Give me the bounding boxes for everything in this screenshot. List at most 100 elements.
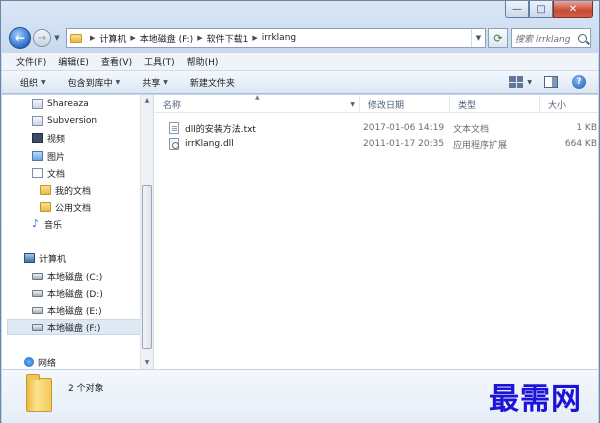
nav-item-label: 本地磁盘 (E:) <box>47 306 102 317</box>
menu-tools[interactable]: 工具(T) <box>144 55 175 68</box>
share-label: 共享 <box>142 78 161 89</box>
scroll-up-icon[interactable]: ▲ <box>141 95 153 107</box>
search-placeholder: 搜索 irrklang <box>515 34 571 45</box>
chevron-down-icon[interactable]: ▼ <box>471 29 485 47</box>
document-library-icon <box>32 168 43 178</box>
file-row[interactable]: dll的安装方法.txt 2017-01-06 14:19 文本文档 1 KB <box>167 120 597 136</box>
new-folder-button[interactable]: 新建文件夹 <box>190 76 235 89</box>
breadcrumb-downloads[interactable]: 软件下载1 <box>207 32 249 45</box>
column-type-label: 类型 <box>458 100 477 111</box>
folder-icon <box>40 202 51 212</box>
watermark-logo: 最需网 <box>489 382 582 417</box>
organize-button[interactable]: 组织 ▼ <box>20 76 46 89</box>
chevron-right-icon[interactable]: ▶ <box>252 34 257 42</box>
drive-icon <box>32 272 43 280</box>
refresh-button[interactable]: ⟳ <box>488 28 508 48</box>
back-button[interactable]: ← <box>9 27 31 49</box>
file-type: 文本文档 <box>453 124 490 135</box>
preview-pane-icon[interactable] <box>544 76 558 88</box>
nav-item-documents[interactable]: 文档 <box>32 165 65 181</box>
scroll-thumb[interactable] <box>142 185 152 349</box>
nav-item-label: 音乐 <box>44 220 63 231</box>
nav-item-public-documents[interactable]: 公用文档 <box>40 199 91 215</box>
column-header-size[interactable]: 大小 <box>540 95 598 113</box>
chevron-down-icon[interactable]: ▼ <box>527 79 532 86</box>
chevron-right-icon[interactable]: ▶ <box>197 34 202 42</box>
scroll-down-icon[interactable]: ▼ <box>141 357 153 369</box>
nav-item-pictures[interactable]: 图片 <box>32 148 65 164</box>
column-header-type[interactable]: 类型 <box>450 95 540 113</box>
nav-item-music[interactable]: ♪ 音乐 <box>32 216 62 232</box>
breadcrumb-drive-f[interactable]: 本地磁盘 (F:) <box>140 32 193 45</box>
folder-icon <box>32 116 43 126</box>
forward-button[interactable]: → <box>33 29 51 47</box>
drive-icon <box>32 323 43 331</box>
breadcrumb-computer[interactable]: 计算机 <box>99 32 126 45</box>
column-name-label: 名称 <box>163 100 182 111</box>
address-row: ← → ▼ ▶ 计算机 ▶ 本地磁盘 (F:) ▶ 软件下载1 ▶ irrkla… <box>9 25 591 51</box>
dll-file-icon <box>169 138 179 150</box>
nav-item-computer[interactable]: 计算机 <box>24 250 66 266</box>
explorer-window: — □ ✕ ← → ▼ ▶ 计算机 ▶ 本地磁盘 (F:) ▶ 软件下载1 ▶ … <box>0 0 600 423</box>
nav-item-network[interactable]: 网络 <box>24 354 56 370</box>
nav-item-drive-c[interactable]: 本地磁盘 (C:) <box>32 268 102 284</box>
nav-item-shareaza[interactable]: Shareaza <box>32 96 89 112</box>
video-library-icon <box>32 133 43 143</box>
refresh-icon: ⟳ <box>493 31 503 45</box>
nav-item-label: 本地磁盘 (F:) <box>47 323 101 334</box>
column-header-name[interactable]: ▲ 名称 ▼ <box>155 94 360 113</box>
recent-pages-dropdown[interactable]: ▼ <box>52 34 62 42</box>
chevron-down-icon[interactable]: ▼ <box>350 101 355 108</box>
text-file-icon <box>169 122 179 134</box>
folder-icon <box>32 99 43 109</box>
minimize-button[interactable]: — <box>505 1 529 18</box>
computer-icon <box>24 253 35 263</box>
nav-item-videos[interactable]: 视频 <box>32 130 65 146</box>
nav-item-drive-e[interactable]: 本地磁盘 (E:) <box>32 302 102 318</box>
sort-ascending-icon: ▲ <box>255 94 260 101</box>
picture-library-icon <box>32 151 43 161</box>
share-button[interactable]: 共享 ▼ <box>142 76 168 89</box>
nav-item-label: Subversion <box>47 116 98 126</box>
help-icon[interactable]: ? <box>572 75 586 89</box>
include-library-label: 包含到库中 <box>67 78 113 89</box>
change-view-icon[interactable] <box>509 76 524 88</box>
nav-item-label: 我的文档 <box>55 186 92 197</box>
chevron-right-icon[interactable]: ▶ <box>90 34 95 42</box>
close-button[interactable]: ✕ <box>553 1 593 18</box>
drive-icon <box>32 289 43 297</box>
nav-item-my-documents[interactable]: 我的文档 <box>40 182 91 198</box>
nav-item-drive-f[interactable]: 本地磁盘 (F:) <box>7 319 141 335</box>
nav-scrollbar[interactable]: ▲ ▼ <box>140 95 153 369</box>
folder-icon <box>40 185 51 195</box>
nav-item-label: Shareaza <box>47 99 89 109</box>
menu-file[interactable]: 文件(F) <box>16 55 46 68</box>
file-size: 664 KB <box>564 139 597 149</box>
maximize-button[interactable]: □ <box>529 1 553 18</box>
address-bar[interactable]: ▶ 计算机 ▶ 本地磁盘 (F:) ▶ 软件下载1 ▶ irrklang ▼ <box>66 28 486 48</box>
menu-edit[interactable]: 编辑(E) <box>58 55 89 68</box>
include-library-button[interactable]: 包含到库中 ▼ <box>68 76 121 89</box>
breadcrumb-irrklang[interactable]: irrklang <box>262 33 296 43</box>
column-header-row: ▲ 名称 ▼ 修改日期 类型 大小 <box>155 94 598 113</box>
menu-view[interactable]: 查看(V) <box>101 55 132 68</box>
nav-item-label: 文档 <box>47 169 66 180</box>
search-input[interactable]: 搜索 irrklang <box>511 28 591 48</box>
music-library-icon: ♪ <box>32 217 40 230</box>
caption-buttons: — □ ✕ <box>505 1 593 18</box>
chevron-right-icon[interactable]: ▶ <box>130 34 135 42</box>
file-type: 应用程序扩展 <box>453 140 508 151</box>
nav-item-label: 公用文档 <box>55 203 92 214</box>
nav-item-subversion[interactable]: Subversion <box>32 113 97 129</box>
column-size-label: 大小 <box>548 100 567 111</box>
chevron-down-icon: ▼ <box>163 78 168 86</box>
file-name: irrKlang.dll <box>185 139 234 149</box>
menu-help[interactable]: 帮助(H) <box>187 55 219 68</box>
folder-icon <box>26 374 52 412</box>
menu-bar: 文件(F) 编辑(E) 查看(V) 工具(T) 帮助(H) <box>2 52 598 70</box>
nav-item-drive-d[interactable]: 本地磁盘 (D:) <box>32 285 103 301</box>
column-header-date[interactable]: 修改日期 <box>360 95 450 113</box>
navigation-pane: Shareaza Subversion 视频 图片 文档 我的文档 公用文档 ♪… <box>2 95 154 369</box>
file-row[interactable]: irrKlang.dll 2011-01-17 20:35 应用程序扩展 664… <box>167 136 597 152</box>
chevron-down-icon: ▼ <box>115 78 121 86</box>
